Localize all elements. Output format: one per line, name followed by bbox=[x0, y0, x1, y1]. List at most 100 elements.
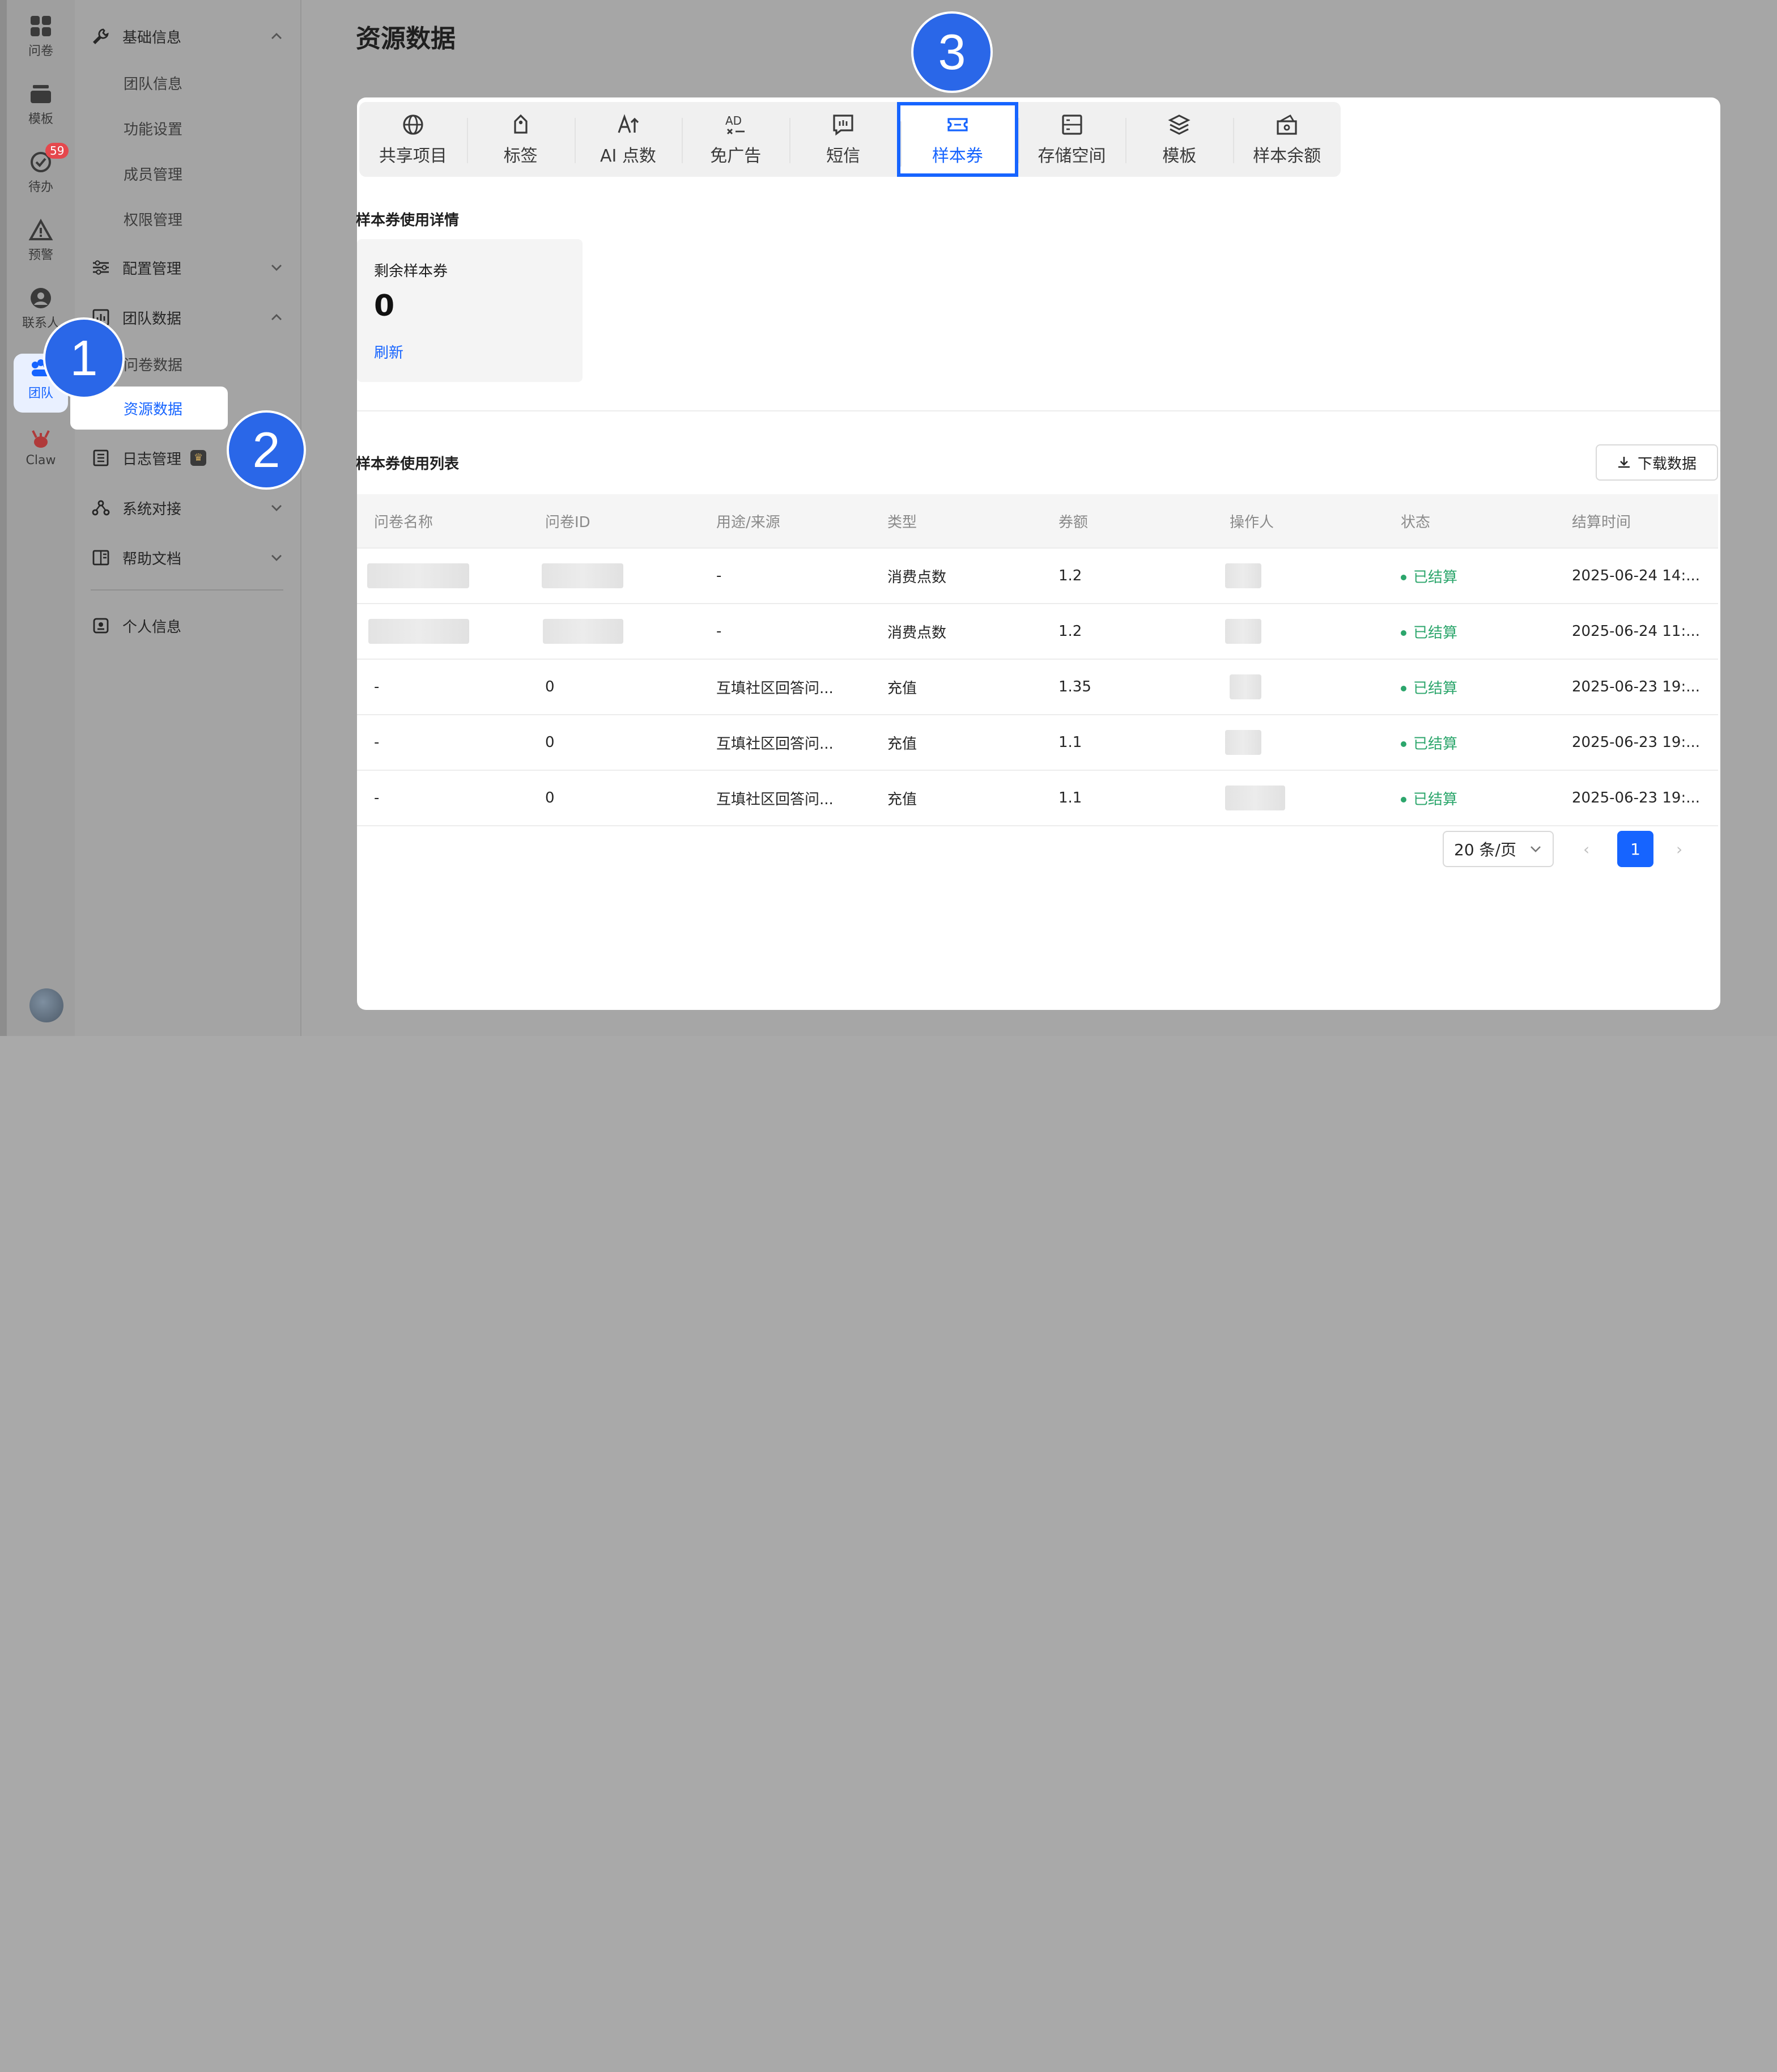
svg-text:AD: AD bbox=[725, 114, 742, 128]
amount-cell: 1.35 bbox=[1041, 659, 1213, 715]
main-content: 资源数据 共享项目 标签 AI 点数 AD 免广告 短信 样本券 存储空间 模板… bbox=[301, 0, 1777, 1036]
id-cell: 0 bbox=[528, 715, 699, 771]
redacted-operator bbox=[1230, 674, 1261, 699]
sidebar-group-label: 日志管理 bbox=[122, 451, 182, 468]
sidebar-group-profile[interactable]: 个人信息 bbox=[91, 610, 295, 642]
amount-cell: 1.1 bbox=[1041, 715, 1213, 771]
chevron-down-icon bbox=[1531, 846, 1541, 852]
sidebar-item-questionnaire-data[interactable]: 问卷数据 bbox=[124, 354, 182, 375]
tab-no-ads[interactable]: AD 免广告 bbox=[682, 102, 789, 177]
no-ads-icon: AD bbox=[725, 114, 745, 134]
grid-icon bbox=[31, 16, 51, 36]
time-cell: 2025-06-24 14:... bbox=[1555, 548, 1718, 604]
download-data-button[interactable]: 下载数据 bbox=[1596, 444, 1718, 481]
refresh-link[interactable]: 刷新 bbox=[374, 341, 403, 362]
profile-icon bbox=[91, 615, 111, 636]
redacted-name bbox=[367, 563, 469, 588]
sidebar-group-help[interactable]: 帮助文档 bbox=[91, 542, 295, 574]
tab-sms[interactable]: 短信 bbox=[789, 102, 897, 177]
purpose-cell: 互填社区回答问... bbox=[699, 715, 870, 771]
sidebar-group-basic[interactable]: 基础信息 bbox=[91, 20, 295, 52]
user-avatar[interactable] bbox=[29, 988, 63, 1022]
purpose-cell: - bbox=[699, 548, 870, 604]
id-cell: 0 bbox=[528, 770, 699, 826]
rail-item-questionnaire[interactable]: 问卷 bbox=[14, 14, 68, 59]
tab-tags[interactable]: 标签 bbox=[466, 102, 575, 177]
chevron-up-icon bbox=[271, 33, 282, 39]
sidebar-item-permissions[interactable]: 权限管理 bbox=[124, 209, 182, 230]
tab-sample-voucher[interactable]: 样本券 bbox=[896, 102, 1018, 177]
tab-ai-points[interactable]: AI 点数 bbox=[574, 102, 682, 177]
redacted-operator bbox=[1225, 730, 1261, 755]
sidebar-item-team-info[interactable]: 团队信息 bbox=[124, 73, 182, 94]
rail-item-todo[interactable]: 59 待办 bbox=[14, 143, 69, 195]
contact-icon bbox=[31, 288, 51, 308]
page-size-value: 20 条/页 bbox=[1454, 840, 1516, 859]
step-callout-2: 2 bbox=[227, 410, 306, 490]
name-cell: - bbox=[357, 659, 528, 715]
next-page-button[interactable]: › bbox=[1676, 840, 1682, 859]
time-cell: 2025-06-23 19:... bbox=[1555, 715, 1718, 771]
usage-list-title: 样本券使用列表 bbox=[356, 456, 460, 473]
remaining-voucher-label: 剩余样本券 bbox=[374, 263, 448, 280]
wrench-icon bbox=[91, 26, 111, 46]
amount-cell: 1.2 bbox=[1041, 548, 1213, 604]
page-size-select[interactable]: 20 条/页 bbox=[1443, 831, 1554, 867]
tab-label: AI 点数 bbox=[600, 146, 656, 166]
tab-label: 标签 bbox=[503, 146, 538, 166]
rail-item-template[interactable]: 模板 bbox=[14, 82, 68, 127]
redacted-id bbox=[542, 563, 623, 588]
layers-icon bbox=[1168, 114, 1191, 135]
time-cell: 2025-06-23 19:... bbox=[1555, 770, 1718, 826]
tab-shared-project[interactable]: 共享项目 bbox=[359, 102, 467, 177]
sidebar-group-label: 系统对接 bbox=[122, 500, 182, 518]
table-row: - 消费点数 1.2 已结算 2025-06-24 11:... bbox=[357, 604, 1718, 660]
sliders-icon bbox=[91, 257, 111, 278]
name-cell: - bbox=[357, 715, 528, 771]
sidebar-item-members[interactable]: 成员管理 bbox=[124, 163, 182, 184]
rail-item-contacts[interactable]: 联系人 bbox=[14, 286, 68, 331]
redacted-operator bbox=[1225, 786, 1285, 810]
sidebar-group-label: 帮助文档 bbox=[122, 550, 182, 568]
purpose-cell: 互填社区回答问... bbox=[699, 770, 870, 826]
download-label: 下载数据 bbox=[1637, 455, 1697, 473]
rail-label: 预警 bbox=[28, 248, 53, 262]
log-icon bbox=[91, 448, 111, 468]
rail-item-alert[interactable]: 预警 bbox=[14, 218, 68, 263]
status-badge: 已结算 bbox=[1401, 569, 1457, 586]
rail-label: 模板 bbox=[28, 112, 53, 126]
tab-label: 样本券 bbox=[932, 146, 983, 166]
storage-icon bbox=[1061, 114, 1082, 135]
icon-rail: 问卷 模板 59 待办 预警 联系人 团队 Claw bbox=[0, 0, 75, 1036]
tab-storage[interactable]: 存储空间 bbox=[1018, 102, 1126, 177]
tab-sample-balance[interactable]: 样本余额 bbox=[1233, 102, 1341, 177]
tab-template[interactable]: 模板 bbox=[1125, 102, 1233, 177]
sidebar-item-feature-settings[interactable]: 功能设置 bbox=[124, 118, 182, 139]
id-cell: 0 bbox=[528, 659, 699, 715]
column-header: 状态 bbox=[1384, 494, 1555, 549]
vip-icon: ♛ bbox=[190, 450, 207, 466]
current-page-button[interactable]: 1 bbox=[1617, 831, 1653, 867]
rail-item-claw[interactable]: Claw bbox=[14, 426, 68, 468]
time-cell: 2025-06-23 19:... bbox=[1555, 659, 1718, 715]
purpose-cell: 互填社区回答问... bbox=[699, 659, 870, 715]
sidebar-group-label: 个人信息 bbox=[122, 618, 182, 636]
sidebar-group-integration[interactable]: 系统对接 bbox=[91, 492, 295, 524]
amount-cell: 1.1 bbox=[1041, 770, 1213, 826]
column-header: 问卷名称 bbox=[357, 494, 528, 549]
chevron-down-icon bbox=[271, 505, 282, 511]
prev-page-button[interactable]: ‹ bbox=[1583, 840, 1589, 859]
column-header: 操作人 bbox=[1213, 494, 1384, 549]
app: 问卷 模板 59 待办 预警 联系人 团队 Claw 基础信息 团队信息 功能设… bbox=[0, 0, 1777, 2072]
tab-label: 免广告 bbox=[710, 146, 762, 166]
step-callout-3: 3 bbox=[911, 11, 993, 93]
resource-tabs: 共享项目 标签 AI 点数 AD 免广告 短信 样本券 存储空间 模板 样本余额 bbox=[359, 102, 1341, 177]
amount-cell: 1.2 bbox=[1041, 604, 1213, 660]
column-header: 券额 bbox=[1041, 494, 1213, 549]
status-badge: 已结算 bbox=[1401, 625, 1457, 642]
ai-text-icon bbox=[618, 114, 639, 133]
sidebar-group-team-data[interactable]: 团队数据 bbox=[91, 302, 295, 333]
rail-label: Claw bbox=[25, 453, 56, 468]
tab-label: 模板 bbox=[1162, 146, 1197, 166]
sidebar-group-config[interactable]: 配置管理 bbox=[91, 252, 295, 283]
